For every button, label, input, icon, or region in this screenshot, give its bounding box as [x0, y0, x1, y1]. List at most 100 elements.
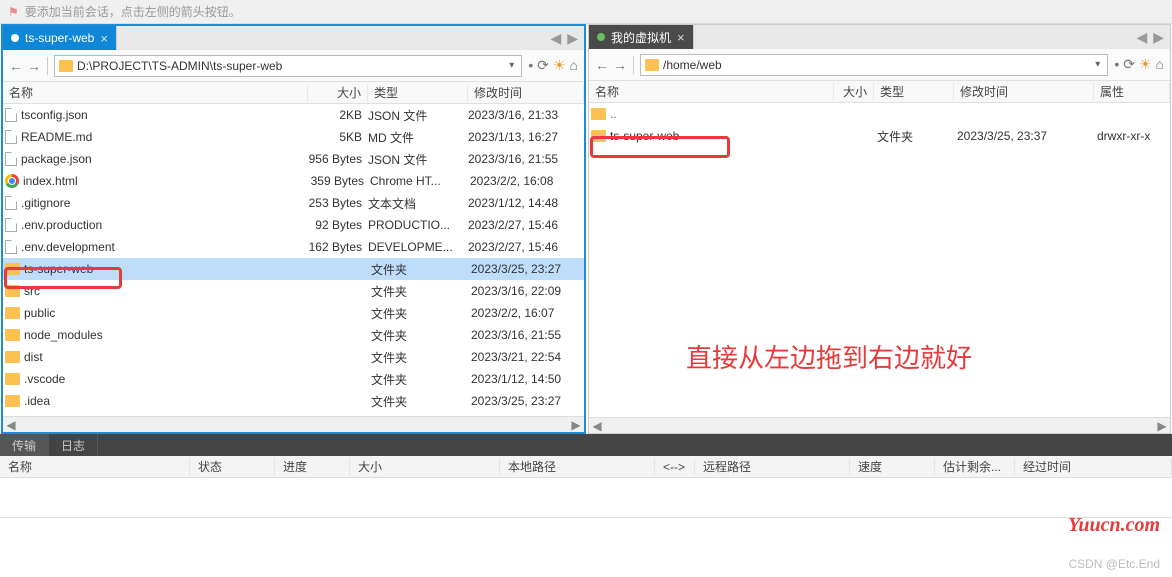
- table-row[interactable]: ts-super-web文件夹2023/3/25, 23:27: [3, 258, 584, 280]
- table-row[interactable]: ts-super-web文件夹2023/3/25, 23:37drwxr-xr-…: [589, 125, 1170, 147]
- table-row[interactable]: public文件夹2023/2/2, 16:07: [3, 302, 584, 324]
- cell-name: .env.development: [21, 240, 308, 254]
- local-path-input[interactable]: D:\PROJECT\TS-ADMIN\ts-super-web ▾: [54, 55, 522, 77]
- scrollbar[interactable]: ◀ ▶: [3, 416, 584, 432]
- bcol-remote[interactable]: 远程路径: [695, 458, 850, 475]
- cell-size: 2KB: [308, 108, 368, 122]
- local-pane: ts-super-web × ◀ ▶ ← → D:\PROJECT\TS-ADM…: [1, 24, 586, 434]
- col-name[interactable]: 名称: [589, 83, 834, 100]
- bcol-speed[interactable]: 速度: [850, 458, 935, 475]
- file-icon: [5, 196, 17, 210]
- table-row[interactable]: dist文件夹2023/3/21, 22:54: [3, 346, 584, 368]
- cell-modified: 2023/3/25, 23:27: [471, 394, 584, 408]
- table-row[interactable]: tsconfig.json2KBJSON 文件2023/3/16, 21:33: [3, 104, 584, 126]
- table-row[interactable]: node_modules文件夹2023/3/16, 21:55: [3, 324, 584, 346]
- annotation-text: 直接从左边拖到右边就好: [686, 338, 972, 375]
- tab-prev-icon[interactable]: ◀: [550, 30, 561, 47]
- home-icon[interactable]: ⌂: [570, 57, 578, 74]
- cell-name: public: [24, 306, 311, 320]
- star-icon[interactable]: ☀: [1139, 56, 1152, 73]
- flag-icon: ⚑: [8, 5, 19, 19]
- scrollbar[interactable]: ◀ ▶: [589, 417, 1170, 433]
- cell-type: DEVELOPME...: [368, 240, 468, 254]
- col-modified[interactable]: 修改时间: [954, 83, 1094, 100]
- scroll-right-icon[interactable]: ▶: [568, 417, 584, 432]
- tab-next-icon[interactable]: ▶: [1153, 29, 1164, 46]
- folder-icon: [5, 329, 20, 341]
- dropdown-icon[interactable]: ▾: [506, 60, 517, 71]
- col-modified[interactable]: 修改时间: [468, 84, 584, 101]
- dropdown-icon[interactable]: ▾: [1092, 59, 1103, 70]
- local-tab[interactable]: ts-super-web ×: [3, 26, 117, 50]
- scroll-left-icon[interactable]: ◀: [589, 418, 605, 433]
- table-row[interactable]: README.md5KBMD 文件2023/1/13, 16:27: [3, 126, 584, 148]
- file-icon: [5, 152, 17, 166]
- scroll-left-icon[interactable]: ◀: [3, 417, 19, 432]
- bcol-status[interactable]: 状态: [190, 458, 275, 475]
- bcol-local[interactable]: 本地路径: [500, 458, 655, 475]
- table-row[interactable]: index.html359 BytesChrome HT...2023/2/2,…: [3, 170, 584, 192]
- cell-name: .idea: [24, 394, 311, 408]
- table-row[interactable]: .gitignore253 Bytes文本文档2023/1/12, 14:48: [3, 192, 584, 214]
- tab-prev-icon[interactable]: ◀: [1136, 29, 1147, 46]
- forward-icon[interactable]: →: [27, 58, 41, 74]
- table-row[interactable]: src文件夹2023/3/16, 22:09: [3, 280, 584, 302]
- close-icon[interactable]: ×: [677, 30, 685, 45]
- folder-icon: [5, 263, 20, 275]
- scroll-right-icon[interactable]: ▶: [1154, 418, 1170, 433]
- table-row[interactable]: package.json956 BytesJSON 文件2023/3/16, 2…: [3, 148, 584, 170]
- tab-transfer[interactable]: 传输: [0, 434, 49, 456]
- transfer-list[interactable]: [0, 478, 1172, 518]
- refresh-icon[interactable]: •: [1114, 56, 1119, 73]
- local-file-list[interactable]: tsconfig.json2KBJSON 文件2023/3/16, 21:33R…: [3, 104, 584, 416]
- col-name[interactable]: 名称: [3, 84, 308, 101]
- cell-modified: 2023/1/13, 16:27: [468, 130, 584, 144]
- cell-type: 文本文档: [368, 195, 468, 212]
- tab-nav: ◀ ▶: [544, 26, 584, 50]
- cell-type: 文件夹: [371, 371, 471, 388]
- bcol-arrow[interactable]: <-->: [655, 460, 695, 474]
- cell-modified: 2023/3/25, 23:27: [471, 262, 584, 276]
- cell-type: JSON 文件: [368, 151, 468, 168]
- star-icon[interactable]: ☀: [553, 57, 566, 74]
- bcol-size[interactable]: 大小: [350, 458, 500, 475]
- refresh-arrow-icon[interactable]: ⟳: [537, 57, 549, 74]
- back-icon[interactable]: ←: [595, 57, 609, 73]
- refresh-icon[interactable]: •: [528, 57, 533, 74]
- table-row[interactable]: .idea文件夹2023/3/25, 23:27: [3, 390, 584, 412]
- cell-modified: 2023/2/27, 15:46: [468, 218, 584, 232]
- home-icon[interactable]: ⌂: [1156, 56, 1164, 73]
- bcol-eta[interactable]: 估计剩余...: [935, 458, 1015, 475]
- table-row[interactable]: .env.production92 BytesPRODUCTIO...2023/…: [3, 214, 584, 236]
- remote-tab[interactable]: 我的虚拟机 ×: [589, 25, 694, 49]
- forward-icon[interactable]: →: [613, 57, 627, 73]
- tab-next-icon[interactable]: ▶: [567, 30, 578, 47]
- bcol-progress[interactable]: 进度: [275, 458, 350, 475]
- col-size[interactable]: 大小: [834, 83, 874, 100]
- cell-name: ts-super-web: [24, 262, 311, 276]
- cell-modified: 2023/1/12, 14:48: [468, 196, 584, 210]
- remote-path-input[interactable]: /home/web ▾: [640, 54, 1108, 76]
- tab-log[interactable]: 日志: [49, 434, 98, 456]
- cell-name: node_modules: [24, 328, 311, 342]
- cell-type: PRODUCTIO...: [368, 218, 468, 232]
- bcol-elapsed[interactable]: 经过时间: [1015, 458, 1172, 475]
- bcol-name[interactable]: 名称: [0, 458, 190, 475]
- col-attr[interactable]: 属性: [1094, 83, 1170, 100]
- chrome-icon: [5, 174, 19, 188]
- close-icon[interactable]: ×: [100, 31, 108, 46]
- cell-attr: drwxr-xr-x: [1097, 129, 1170, 143]
- col-type[interactable]: 类型: [874, 83, 954, 100]
- local-toolbar: ← → D:\PROJECT\TS-ADMIN\ts-super-web ▾ •…: [3, 50, 584, 82]
- folder-icon: [5, 285, 20, 297]
- table-row[interactable]: .vscode文件夹2023/1/12, 14:50: [3, 368, 584, 390]
- col-type[interactable]: 类型: [368, 84, 468, 101]
- col-size[interactable]: 大小: [308, 84, 368, 101]
- cell-modified: 2023/2/2, 16:07: [471, 306, 584, 320]
- back-icon[interactable]: ←: [9, 58, 23, 74]
- hint-text: 要添加当前会话，点击左侧的箭头按钮。: [25, 3, 241, 20]
- refresh-arrow-icon[interactable]: ⟳: [1123, 56, 1135, 73]
- parent-dir-row[interactable]: ..: [589, 103, 1170, 125]
- table-row[interactable]: .env.development162 BytesDEVELOPME...202…: [3, 236, 584, 258]
- cell-type: JSON 文件: [368, 107, 468, 124]
